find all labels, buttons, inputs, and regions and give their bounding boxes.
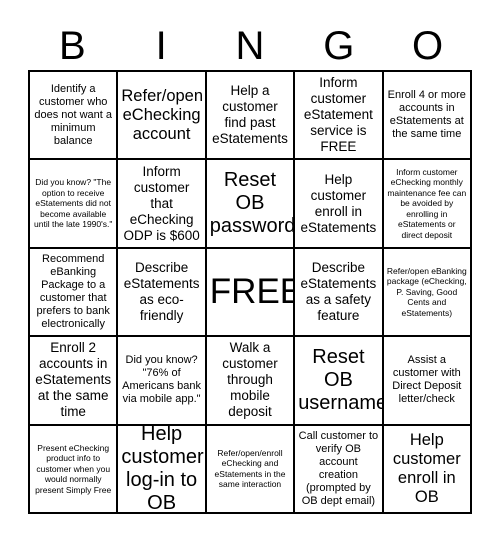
bingo-cell-label: Refer/open/enroll eChecking and eStateme… [214,447,286,490]
bingo-cell[interactable]: Did you know? "76% of Americans bank via… [118,337,207,426]
bingo-cell-label: Refer/open eBanking package (eChecking, … [386,265,467,318]
bingo-cell-label: Enroll 2 accounts in eStatements at the … [35,340,112,420]
bingo-cell-label: Describe eStatements as eco-friendly [123,259,200,323]
bingo-cell-label: Help customer log-in to OB [121,425,204,514]
bingo-cell-label: Help a customer find past eStatements [212,83,288,147]
bingo-cell-label: Walk a customer through mobile deposit [222,340,278,420]
bingo-cell-label: Enroll 4 or more accounts in eStatements… [387,89,466,141]
bingo-cell[interactable]: Help customer enroll in OB [383,425,472,514]
bingo-cell[interactable]: Help a customer find past eStatements [206,72,296,161]
bingo-card: B I N G O Identify a customer who does n… [0,0,500,544]
bingo-cell[interactable]: Enroll 2 accounts in eStatements at the … [30,337,119,426]
bingo-cell[interactable]: Help customer enroll in eStatements [295,160,384,249]
bingo-cell[interactable]: Describe eStatements as eco-friendly [118,248,207,338]
bingo-cell[interactable]: Inform customer eChecking monthly mainte… [383,160,472,249]
bingo-grid: Identify a customer who does not want a … [28,70,472,514]
bingo-cell-label: Call customer to verify OB account creat… [298,429,379,507]
bingo-cell[interactable]: Call customer to verify OB account creat… [295,425,384,514]
bingo-cell-label: Inform customer that eChecking ODP is $6… [123,163,200,243]
bingo-cell[interactable]: Inform customer that eChecking ODP is $6… [118,160,207,249]
bingo-cell[interactable]: Walk a customer through mobile deposit [206,337,296,426]
bingo-cell-label: Reset OB password [209,169,296,238]
bingo-cell-label: Inform customer eChecking monthly mainte… [387,166,467,240]
bingo-cell[interactable]: Present eChecking product info to custom… [30,425,119,514]
bingo-cell[interactable]: Describe eStatements as a safety feature [295,248,384,338]
bingo-cell-label: FREE [209,271,296,311]
bingo-cell-label: Help customer enroll in eStatements [300,171,377,235]
bingo-cell-label: Inform customer eStatement service is FR… [303,75,373,155]
bingo-cell-label: Did you know? "76% of Americans bank via… [122,354,202,406]
bingo-cell-label: Describe eStatements as a safety feature [300,259,377,323]
bingo-header-letter-i: I [155,24,167,68]
bingo-cell-label: Refer/open eChecking account [121,86,204,143]
bingo-cell-label: Help customer enroll in OB [392,430,461,506]
bingo-header-letter-b: B [59,24,86,68]
bingo-cell-label: Did you know? "The option to receive eSt… [34,177,113,230]
bingo-header-letter-o: O [412,24,444,68]
bingo-header-letter-g: G [323,24,355,68]
bingo-cell[interactable]: Reset OB username [295,337,384,426]
bingo-cell[interactable]: Refer/open/enroll eChecking and eStateme… [206,425,296,514]
bingo-cell-free[interactable]: FREE [206,248,296,338]
bingo-cell-label: Reset OB username [298,345,384,414]
bingo-cell-label: Identify a customer who does not want a … [34,82,113,147]
bingo-header: B I N G O [28,22,472,70]
bingo-cell[interactable]: Assist a customer with Direct Deposit le… [383,337,472,426]
bingo-cell[interactable]: Reset OB password [206,160,296,249]
bingo-cell[interactable]: Inform customer eStatement service is FR… [295,72,384,161]
bingo-cell[interactable]: Identify a customer who does not want a … [30,72,119,161]
bingo-cell-label: Assist a customer with Direct Deposit le… [392,354,462,406]
bingo-header-letter-n: N [235,24,265,68]
bingo-cell[interactable]: Refer/open eChecking account [118,72,207,161]
bingo-cell[interactable]: Refer/open eBanking package (eChecking, … [383,248,472,338]
bingo-cell[interactable]: Help customer log-in to OB [118,425,207,514]
bingo-cell-label: Recommend eBanking Package to a customer… [36,252,110,330]
bingo-cell[interactable]: Did you know? "The option to receive eSt… [30,160,119,249]
bingo-cell[interactable]: Enroll 4 or more accounts in eStatements… [383,72,472,161]
bingo-cell-label: Present eChecking product info to custom… [35,442,112,495]
bingo-cell[interactable]: Recommend eBanking Package to a customer… [30,248,119,338]
